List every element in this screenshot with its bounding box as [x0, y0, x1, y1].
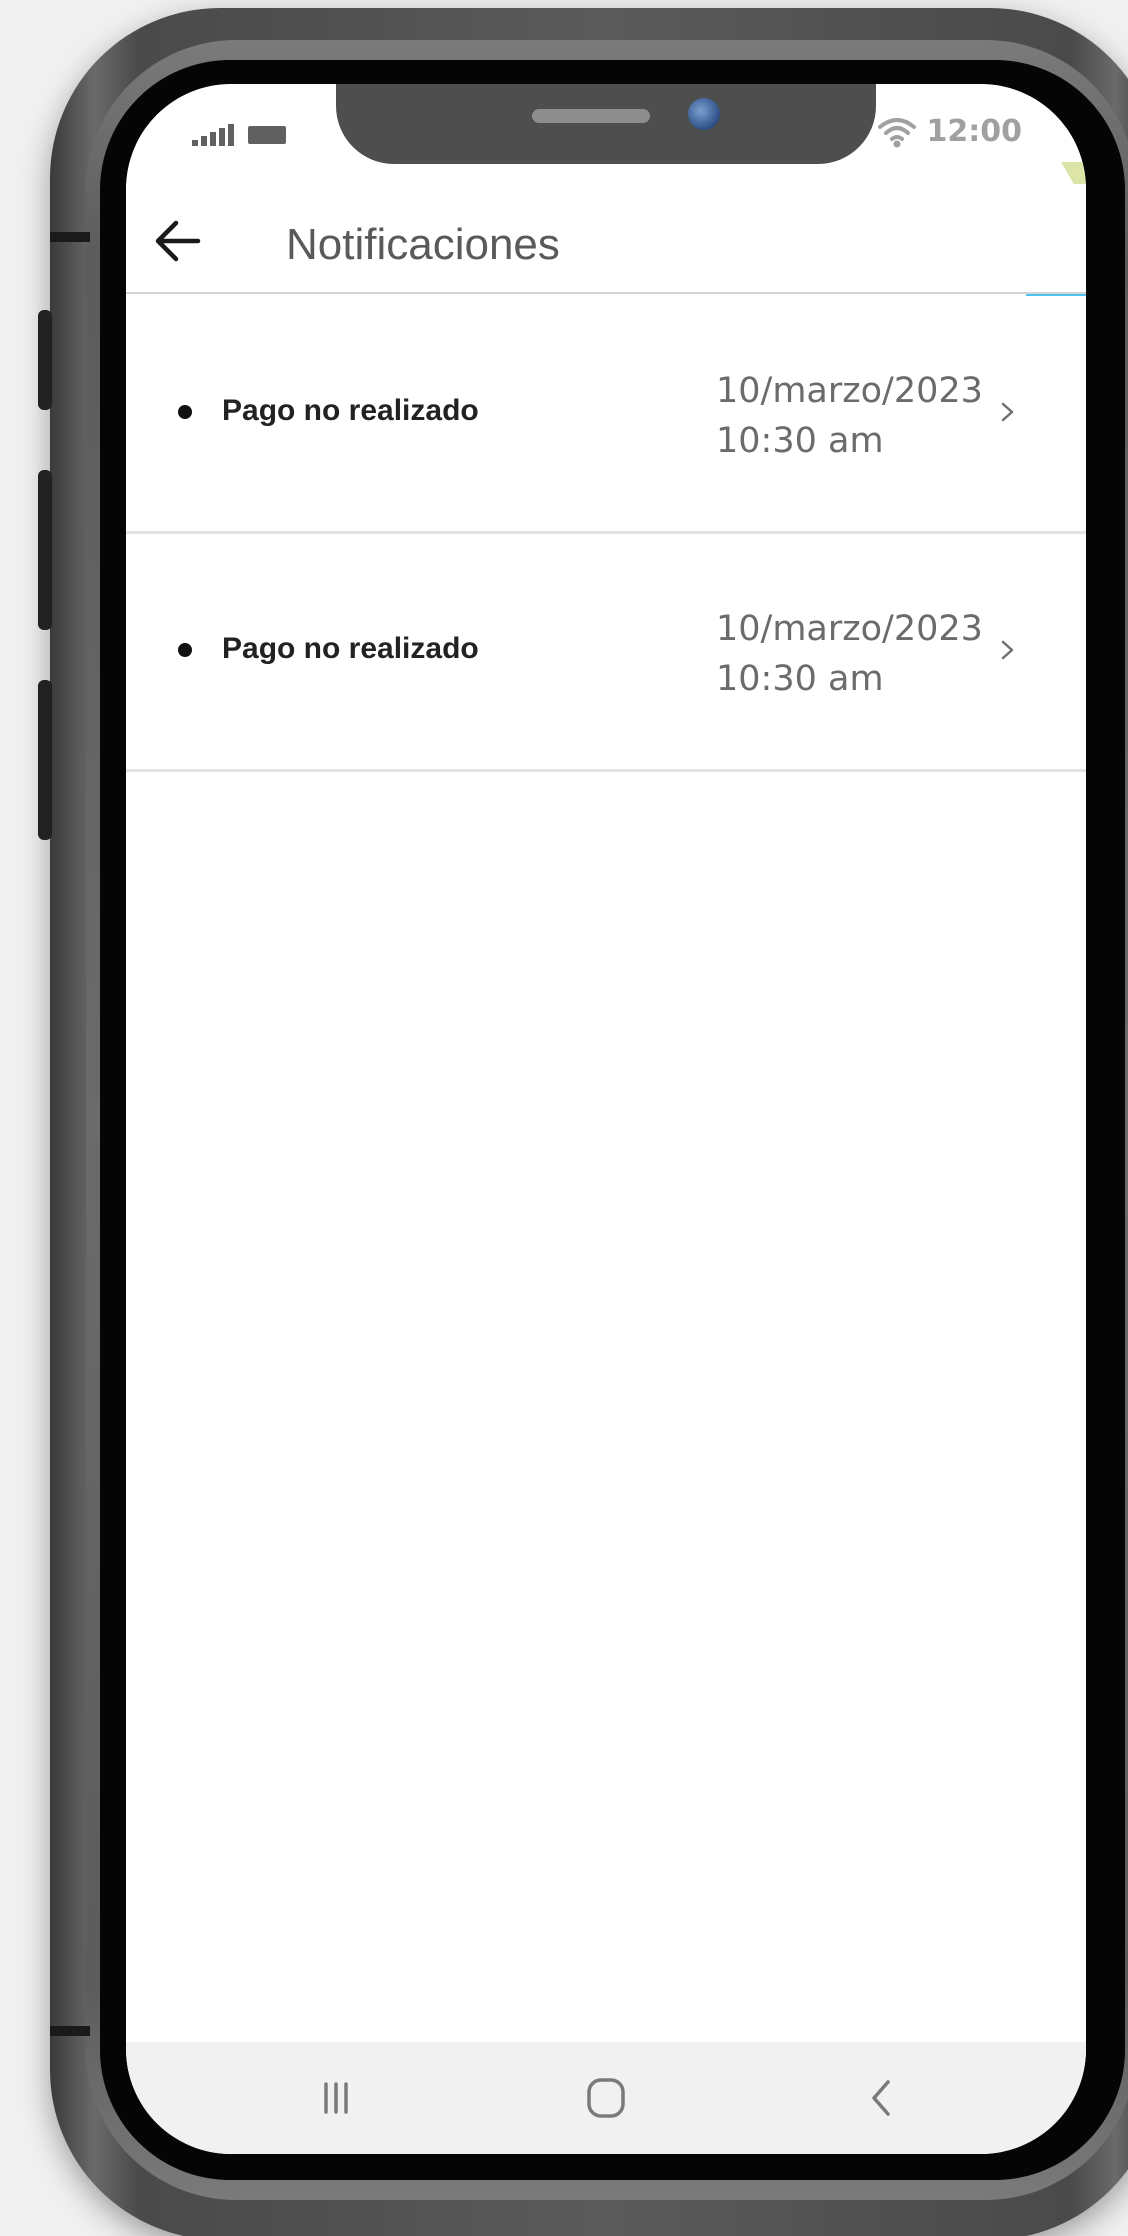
notification-time: 10:30 am: [716, 659, 884, 699]
bullet-icon: [178, 405, 192, 419]
system-nav-bar: [126, 2042, 1086, 2154]
status-time: 12:00: [926, 114, 1023, 149]
front-camera: [688, 98, 720, 130]
home-icon[interactable]: [576, 2072, 636, 2124]
arrow-left-icon[interactable]: [152, 216, 202, 266]
notification-row[interactable]: Pago no realizado 10/marzo/2023 10:30 am: [126, 296, 1086, 534]
nav-back-icon[interactable]: [852, 2072, 912, 2124]
speaker-grille: [532, 109, 650, 123]
page-title: Notificaciones: [286, 220, 560, 269]
phone-side-button: [38, 310, 52, 410]
bullet-icon: [178, 643, 192, 657]
camera-notch: [336, 84, 876, 164]
signal-icon: [192, 124, 234, 146]
notification-date: 10/marzo/2023: [716, 609, 983, 649]
phone-frame-rail: [50, 2026, 90, 2036]
notification-title: Pago no realizado: [222, 394, 479, 427]
notification-title: Pago no realizado: [222, 632, 479, 665]
notification-time: 10:30 am: [716, 421, 884, 461]
chevron-right-icon: [1001, 402, 1014, 422]
phone-side-button: [38, 680, 52, 840]
chevron-right-icon: [1001, 640, 1014, 660]
phone-screen: 12:00 Notificaciones Pago no realizado 1…: [126, 84, 1086, 2154]
status-bar-left: [192, 124, 286, 146]
battery-icon: [248, 126, 286, 144]
notification-datetime: 10/marzo/2023 10:30 am: [716, 604, 983, 704]
notification-date: 10/marzo/2023: [716, 371, 983, 411]
recents-icon[interactable]: [306, 2072, 366, 2124]
wifi-icon: [877, 117, 916, 147]
notification-row[interactable]: Pago no realizado 10/marzo/2023 10:30 am: [126, 534, 1086, 772]
status-bar-right: 12:00: [877, 114, 1023, 149]
notification-datetime: 10/marzo/2023 10:30 am: [716, 366, 983, 466]
phone-frame-rail: [50, 232, 90, 242]
app-bar: Notificaciones: [126, 184, 1086, 294]
notification-list: Pago no realizado 10/marzo/2023 10:30 am…: [126, 296, 1086, 772]
phone-side-button: [38, 470, 52, 630]
